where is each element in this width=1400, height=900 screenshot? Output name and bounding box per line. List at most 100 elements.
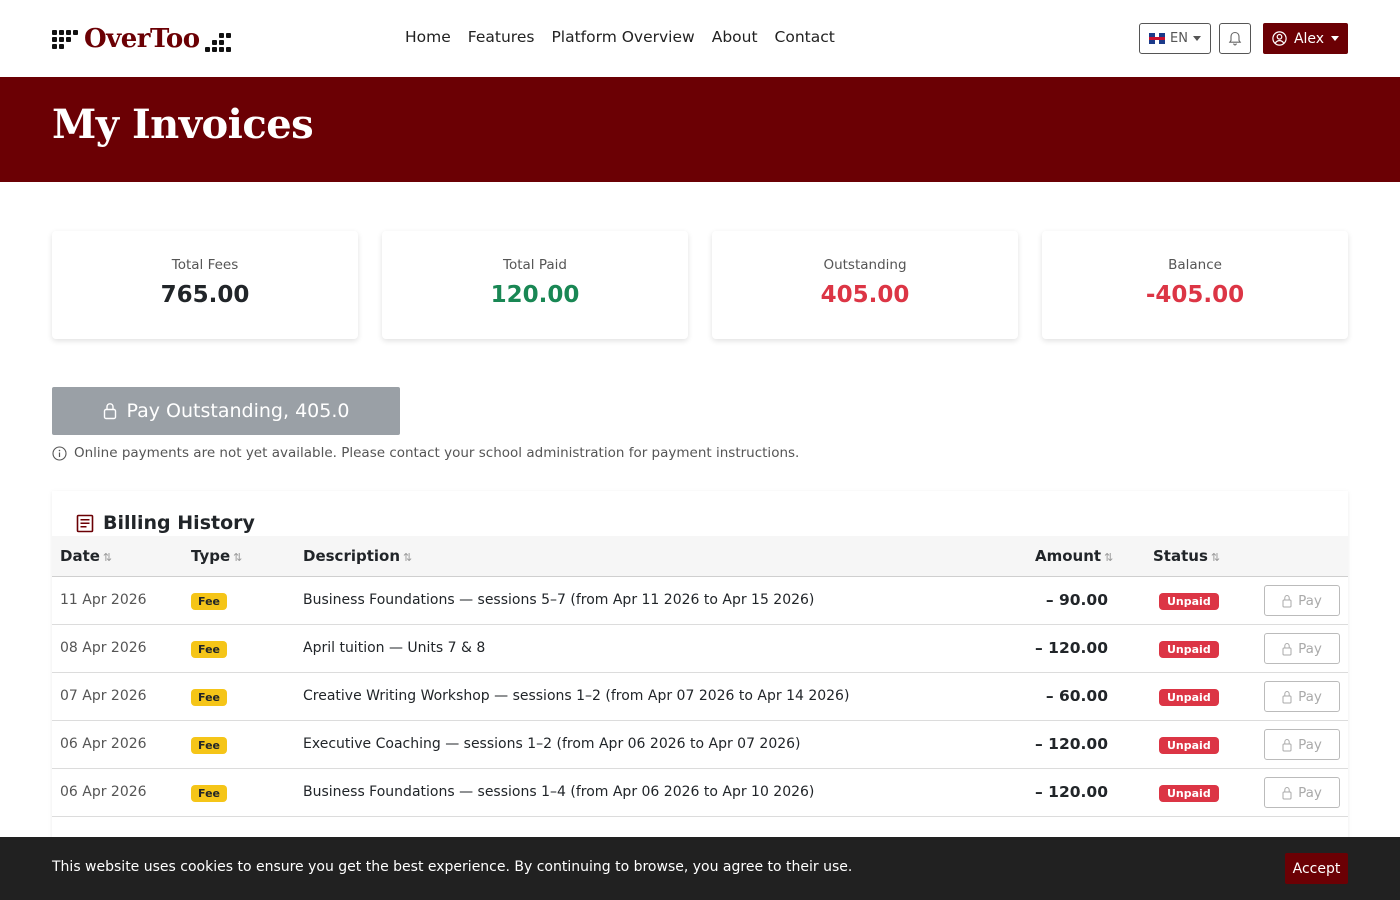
sort-icon: ⇅ bbox=[1104, 551, 1114, 564]
row-date: 11 Apr 2026 bbox=[60, 592, 147, 608]
sort-icon: ⇅ bbox=[403, 551, 413, 564]
type-badge: Fee bbox=[191, 641, 227, 658]
uk-flag-icon bbox=[1149, 33, 1166, 44]
row-pay-button[interactable]: Pay bbox=[1264, 729, 1340, 760]
summary-label: Total Fees bbox=[171, 257, 239, 273]
row-pay-button[interactable]: Pay bbox=[1264, 633, 1340, 664]
status-badge: Unpaid bbox=[1159, 593, 1219, 610]
pay-outstanding-button[interactable]: Pay Outstanding, 405.0 bbox=[52, 387, 400, 435]
type-badge: Fee bbox=[191, 593, 227, 610]
status-badge: Unpaid bbox=[1159, 689, 1219, 706]
table-row: 11 Apr 2026 Fee Business Foundations — s… bbox=[52, 577, 1348, 625]
column-header-status[interactable]: Status ⇅ bbox=[1153, 547, 1220, 565]
table-row: 07 Apr 2026 Fee Creative Writing Worksho… bbox=[52, 673, 1348, 721]
column-header-date[interactable]: Date ⇅ bbox=[60, 547, 112, 565]
cookie-banner: This website uses cookies to ensure you … bbox=[0, 837, 1400, 900]
type-badge: Fee bbox=[191, 689, 227, 706]
language-label: EN bbox=[1170, 31, 1188, 46]
summary-card-total-paid: Total Paid 120.00 bbox=[382, 231, 688, 339]
status-badge: Unpaid bbox=[1159, 785, 1219, 802]
column-header-description[interactable]: Description ⇅ bbox=[303, 547, 412, 565]
sort-icon: ⇅ bbox=[233, 551, 243, 564]
pay-outstanding-label: Pay Outstanding, 405.0 bbox=[126, 400, 350, 422]
nav-link-features[interactable]: Features bbox=[468, 28, 535, 46]
summary-card-total-fees: Total Fees 765.00 bbox=[52, 231, 358, 339]
notifications-button[interactable] bbox=[1219, 23, 1251, 54]
language-selector[interactable]: EN bbox=[1139, 23, 1211, 54]
row-description: Business Foundations — sessions 1–4 (fro… bbox=[303, 784, 815, 800]
summary-value: 765.00 bbox=[160, 282, 250, 308]
page-header-banner: My Invoices bbox=[0, 77, 1400, 182]
sort-icon: ⇅ bbox=[102, 551, 113, 564]
row-amount: – 120.00 bbox=[1035, 735, 1108, 753]
cookie-text: This website uses cookies to ensure you … bbox=[52, 859, 853, 875]
summary-value: 120.00 bbox=[490, 282, 580, 308]
lock-icon bbox=[1282, 690, 1292, 703]
lock-icon bbox=[103, 403, 116, 420]
nav-link-about[interactable]: About bbox=[712, 28, 758, 46]
row-date: 07 Apr 2026 bbox=[60, 688, 147, 704]
row-description: Creative Writing Workshop — sessions 1–2… bbox=[303, 688, 850, 704]
summary-card-outstanding: Outstanding 405.00 bbox=[712, 231, 1018, 339]
summary-value: 405.00 bbox=[820, 282, 910, 308]
chevron-down-icon bbox=[1331, 36, 1340, 41]
row-pay-button[interactable]: Pay bbox=[1264, 777, 1340, 808]
user-circle-icon bbox=[1272, 31, 1287, 46]
row-date: 06 Apr 2026 bbox=[60, 736, 147, 752]
billing-history-panel: Billing History Date ⇅ Type ⇅ Description ⇅… bbox=[52, 491, 1348, 891]
row-amount: – 60.00 bbox=[1045, 687, 1108, 705]
lock-icon bbox=[1282, 786, 1292, 799]
table-header: Date ⇅ Type ⇅ Description ⇅ Amount ⇅ Status ⇅ bbox=[52, 536, 1348, 577]
row-amount: – 120.00 bbox=[1035, 783, 1108, 801]
status-badge: Unpaid bbox=[1159, 737, 1219, 754]
table-row: 08 Apr 2026 Fee April tuition — Units 7 … bbox=[52, 625, 1348, 673]
page-title: My Invoices bbox=[52, 101, 314, 148]
row-date: 06 Apr 2026 bbox=[60, 784, 147, 800]
type-badge: Fee bbox=[191, 737, 227, 754]
brand-logo[interactable]: OverToo bbox=[52, 22, 231, 56]
accept-cookies-button[interactable]: Accept bbox=[1285, 853, 1348, 884]
nav-link-contact[interactable]: Contact bbox=[775, 28, 835, 46]
logo-dots-left-icon bbox=[52, 29, 78, 49]
row-date: 08 Apr 2026 bbox=[60, 640, 147, 656]
row-pay-label: Pay bbox=[1298, 688, 1322, 705]
main-menu: Home Features Platform Overview About Co… bbox=[405, 28, 835, 46]
summary-label: Balance bbox=[1168, 257, 1222, 273]
payment-notice: Online payments are not yet available. P… bbox=[52, 445, 799, 461]
row-amount: – 120.00 bbox=[1035, 639, 1108, 657]
logo-dots-right-icon bbox=[204, 32, 231, 52]
row-pay-label: Pay bbox=[1298, 784, 1322, 801]
nav-link-home[interactable]: Home bbox=[405, 28, 451, 46]
column-header-type[interactable]: Type ⇅ bbox=[191, 547, 242, 565]
sort-icon: ⇅ bbox=[1210, 551, 1221, 564]
user-name: Alex bbox=[1293, 30, 1325, 47]
summary-label: Outstanding bbox=[823, 257, 907, 273]
lock-icon bbox=[1282, 738, 1292, 751]
summary-value: -405.00 bbox=[1145, 282, 1245, 308]
lock-icon bbox=[1282, 594, 1292, 607]
summary-label: Total Paid bbox=[503, 257, 567, 273]
receipt-icon bbox=[76, 514, 94, 532]
column-header-amount[interactable]: Amount ⇅ bbox=[1035, 547, 1113, 565]
summary-card-balance: Balance -405.00 bbox=[1042, 231, 1348, 339]
chevron-down-icon bbox=[1192, 36, 1201, 41]
table-row: 06 Apr 2026 Fee Business Foundations — s… bbox=[52, 769, 1348, 817]
row-pay-label: Pay bbox=[1298, 592, 1322, 609]
nav-link-platform-overview[interactable]: Platform Overview bbox=[551, 28, 694, 46]
top-navbar: OverToo Home Features Platform Overview … bbox=[0, 0, 1400, 77]
billing-history-title: Billing History bbox=[103, 512, 255, 534]
row-pay-label: Pay bbox=[1298, 736, 1322, 753]
row-pay-label: Pay bbox=[1298, 640, 1322, 657]
row-description: Business Foundations — sessions 5–7 (fro… bbox=[303, 592, 815, 608]
billing-history-heading: Billing History bbox=[76, 512, 255, 534]
user-menu-button[interactable]: Alex bbox=[1263, 23, 1348, 54]
payment-notice-text: Online payments are not yet available. P… bbox=[74, 445, 800, 461]
row-amount: – 90.00 bbox=[1045, 591, 1108, 609]
row-pay-button[interactable]: Pay bbox=[1264, 585, 1340, 616]
row-pay-button[interactable]: Pay bbox=[1264, 681, 1340, 712]
bell-icon bbox=[1228, 31, 1242, 46]
lock-icon bbox=[1282, 642, 1292, 655]
type-badge: Fee bbox=[191, 785, 227, 802]
table-row: 06 Apr 2026 Fee Executive Coaching — ses… bbox=[52, 721, 1348, 769]
info-circle-icon bbox=[52, 445, 67, 461]
